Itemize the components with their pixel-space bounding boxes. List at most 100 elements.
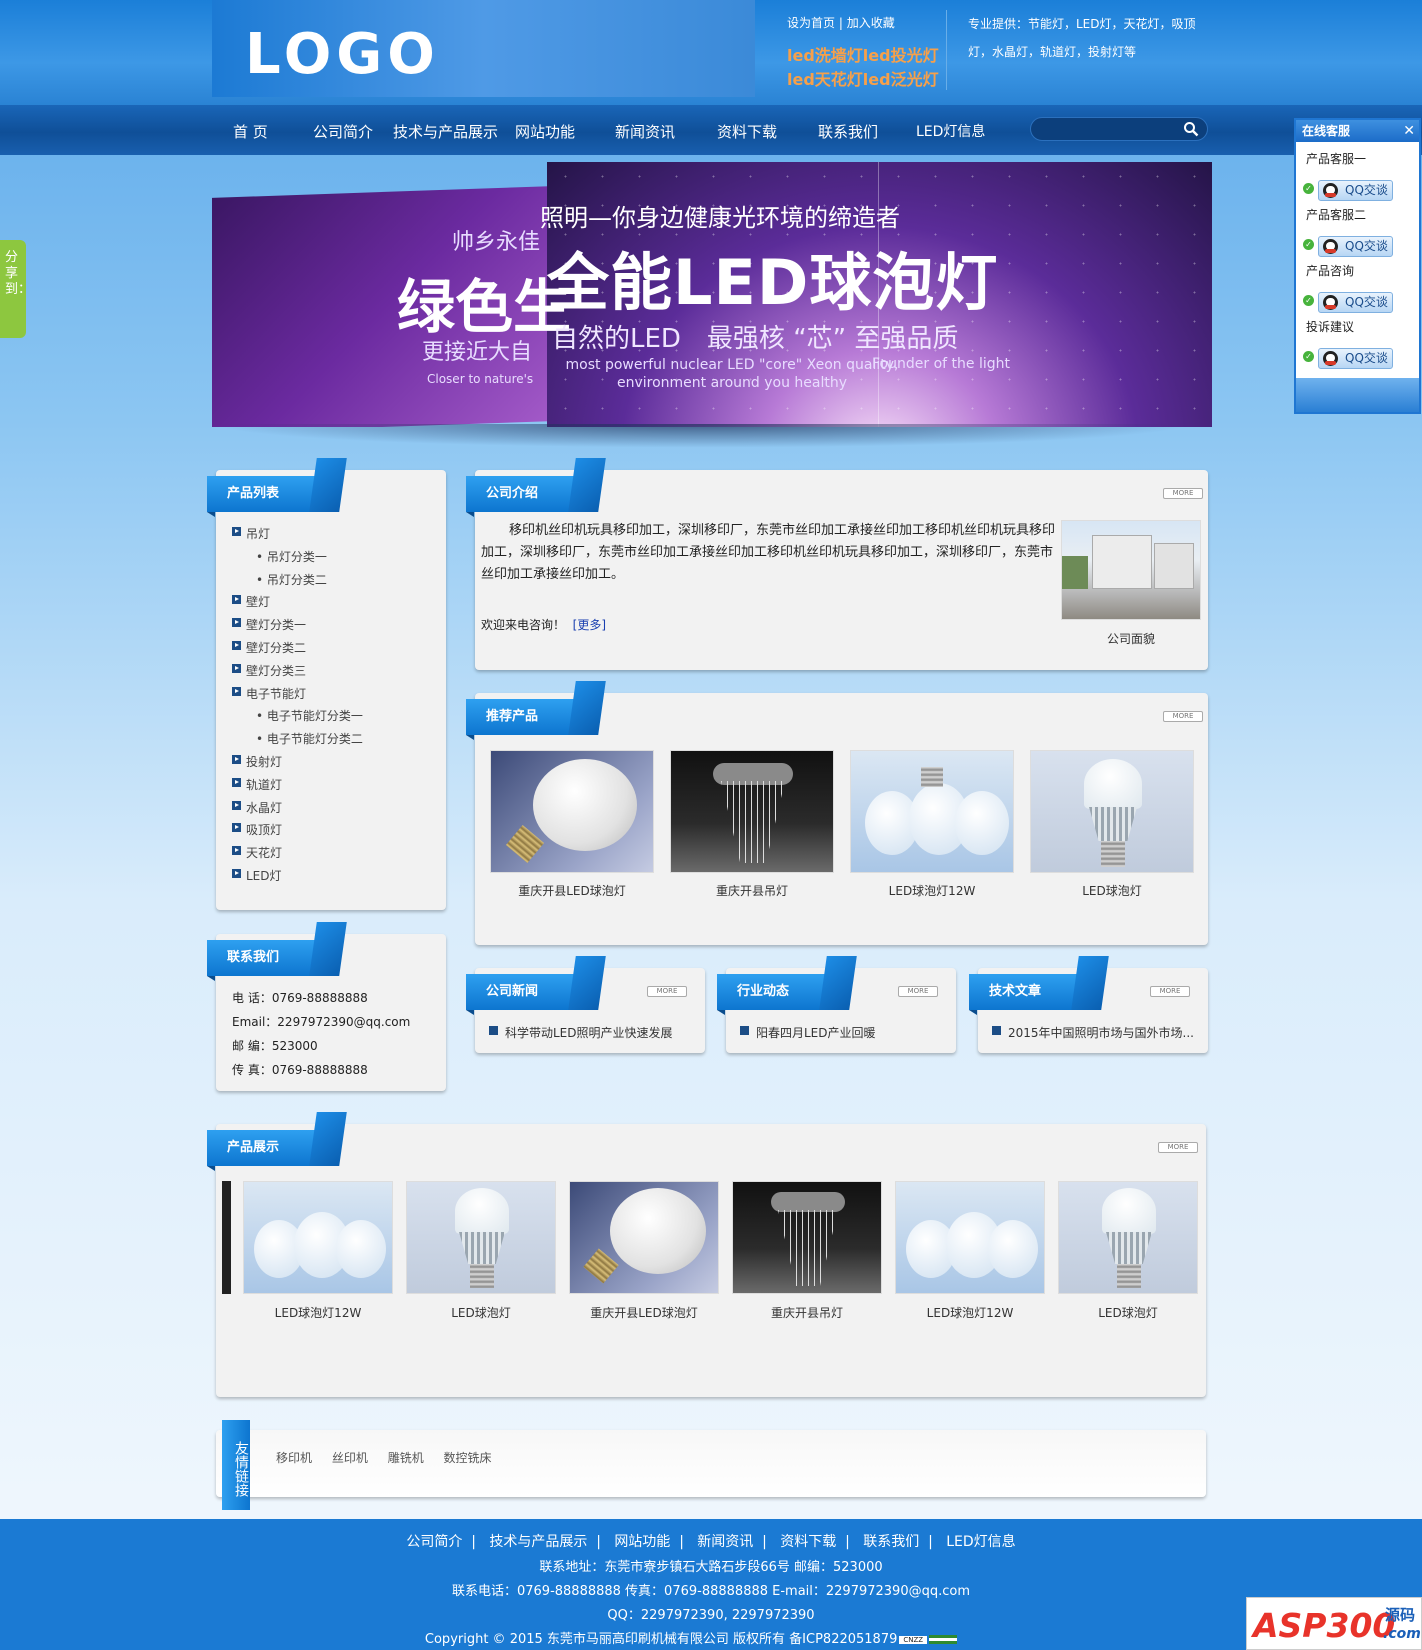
footer-link[interactable]: 公司简介 [406,1534,462,1550]
banner[interactable]: 帅乡永佳 绿色生 更接近大自 Closer to nature's 照明—你身边… [212,162,1212,427]
more-button[interactable]: MORE [1158,1142,1198,1153]
category-item[interactable]: 吸顶灯 [232,821,282,838]
more-button[interactable]: MORE [1163,711,1203,722]
category-item[interactable]: 水晶灯 [232,799,282,816]
add-favorite-link[interactable]: 加入收藏 [847,16,895,30]
footer-link[interactable]: 资料下载 [780,1534,836,1550]
more-link[interactable]: [更多] [573,618,606,632]
about-box: 公司介绍 MORE 移印机丝印机玩具移印加工，深圳移印厂，东莞市丝印加工承接丝印… [466,470,1208,670]
qq-chat-button[interactable]: QQ交谈 [1318,292,1393,313]
product-name[interactable]: LED球泡灯12W [850,882,1014,899]
search-input[interactable] [1045,121,1175,137]
cnzz-badge[interactable]: CNZZ [899,1635,928,1644]
stats-icon [929,1635,958,1644]
category-item[interactable]: 壁灯分类三 [232,662,307,679]
footer-link[interactable]: 技术与产品展示 [489,1534,587,1550]
subcategory-item[interactable]: • 电子节能灯分类一 [256,707,363,724]
product-image[interactable] [490,750,654,873]
service-footer [1296,378,1419,412]
product-image[interactable] [670,750,834,873]
company-photo[interactable] [1061,520,1201,620]
qq-chat-button[interactable]: QQ交谈 [1318,180,1393,201]
qq-chat-button[interactable]: QQ交谈 [1318,236,1393,257]
subcategory-item[interactable]: • 电子节能灯分类二 [256,730,363,747]
bullet-icon [232,595,241,605]
category-item[interactable]: 吊灯 [232,525,270,542]
nav-item-about[interactable]: 公司简介 [313,121,373,142]
showcase-name[interactable]: 重庆开县吊灯 [732,1304,882,1321]
banner-left-en: Closer to nature's [427,372,534,386]
category-item[interactable]: 轨道灯 [232,776,282,793]
logo[interactable]: LOGO [245,22,440,87]
category-item[interactable]: 壁灯分类一 [232,616,306,633]
friend-link[interactable]: 丝印机 [332,1451,368,1465]
subcategory-item[interactable]: • 吊灯分类一 [256,548,327,565]
footer-copyright: Copyright © 2015 东莞市马丽高印刷机械有限公司 版权所有 备IC… [0,1628,1402,1647]
nav-item-tech[interactable]: 技术与产品展示 [393,121,498,142]
service-group-label: 产品客服一 [1306,152,1367,166]
product-image[interactable] [1030,750,1194,873]
nav-item-download[interactable]: 资料下载 [717,121,777,142]
showcase-image[interactable] [732,1181,882,1294]
service-header: 在线客服 ✕ [1296,120,1419,142]
news-item[interactable]: 阳春四月LED产业回暖 [740,1024,876,1041]
footer-link[interactable]: 新闻资讯 [697,1534,753,1550]
showcase-image[interactable] [243,1181,393,1294]
more-button[interactable]: MORE [898,986,938,997]
category-label: LED灯 [246,869,282,883]
hot-line[interactable]: led洗墙灯led投光灯 [787,44,939,68]
category-item[interactable]: 天花灯 [232,844,282,861]
showcase-image[interactable] [406,1181,556,1294]
product-name[interactable]: 重庆开县LED球泡灯 [490,882,654,899]
nav-item-led-info[interactable]: LED灯信息 [916,121,985,141]
product-name[interactable]: LED球泡灯 [1030,882,1194,899]
category-item[interactable]: LED灯 [232,867,282,884]
section-title: 推荐产品 [466,699,576,740]
showcase-image[interactable] [1058,1181,1198,1294]
showcase-name[interactable]: LED球泡灯12W [895,1304,1045,1321]
category-item[interactable]: 电子节能灯 [232,685,307,702]
news-item[interactable]: 科学带动LED照明产业快速发展 [489,1024,673,1041]
showcase-name[interactable]: LED球泡灯 [1058,1304,1198,1321]
nav-item-home[interactable]: 首 页 [233,121,268,142]
showcase-image[interactable] [569,1181,719,1294]
close-icon[interactable]: ✕ [1403,120,1415,142]
subcategory-item[interactable]: • 吊灯分类二 [256,571,327,588]
showcase-name[interactable]: LED球泡灯 [406,1304,556,1321]
footer-link[interactable]: 联系我们 [863,1534,919,1550]
category-item[interactable]: 投射灯 [232,753,282,770]
set-homepage-link[interactable]: 设为首页 [787,16,835,30]
qq-chat-label: QQ交谈 [1345,183,1388,197]
share-tab[interactable]: 分享到： [0,240,31,338]
recommend-box: 推荐产品 MORE 重庆开县LED球泡灯 重庆开县吊灯 LED球泡灯12W LE… [466,693,1208,945]
category-item[interactable]: 壁灯 [232,593,270,610]
friend-link[interactable]: 数控铣床 [444,1451,492,1465]
footer-link[interactable]: 网站功能 [614,1534,670,1550]
scroll-edge [222,1181,231,1294]
showcase-name[interactable]: 重庆开县LED球泡灯 [569,1304,719,1321]
search-icon[interactable] [1183,121,1199,137]
section-title: 联系我们 [207,940,317,981]
category-label: 电子节能灯分类二 [266,732,363,747]
news-item[interactable]: 2015年中国照明市场与国外市场... [992,1024,1194,1041]
category-item[interactable]: 壁灯分类二 [232,639,306,656]
nav-item-contact[interactable]: 联系我们 [818,121,878,142]
showcase-name[interactable]: LED球泡灯12W [243,1304,393,1321]
nav-item-news[interactable]: 新闻资讯 [615,121,675,142]
service-group-label: 产品咨询 [1306,264,1355,278]
category-label: 壁灯分类三 [246,663,307,678]
footer-link[interactable]: LED灯信息 [946,1534,1015,1550]
showcase-image[interactable] [895,1181,1045,1294]
product-name[interactable]: 重庆开县吊灯 [670,882,834,899]
product-image[interactable] [850,750,1014,873]
friend-link[interactable]: 移印机 [276,1451,312,1465]
friend-link[interactable]: 雕铣机 [388,1451,424,1465]
more-button[interactable]: MORE [647,986,687,997]
more-button[interactable]: MORE [1163,488,1203,499]
category-label: 电子节能灯 [246,686,307,701]
more-button[interactable]: MORE [1150,986,1190,997]
qq-chat-button[interactable]: QQ交谈 [1318,348,1393,369]
hot-line[interactable]: led天花灯led泛光灯 [787,68,939,92]
nav-item-features[interactable]: 网站功能 [515,121,575,142]
top-links: 设为首页 | 加入收藏 [787,16,895,30]
